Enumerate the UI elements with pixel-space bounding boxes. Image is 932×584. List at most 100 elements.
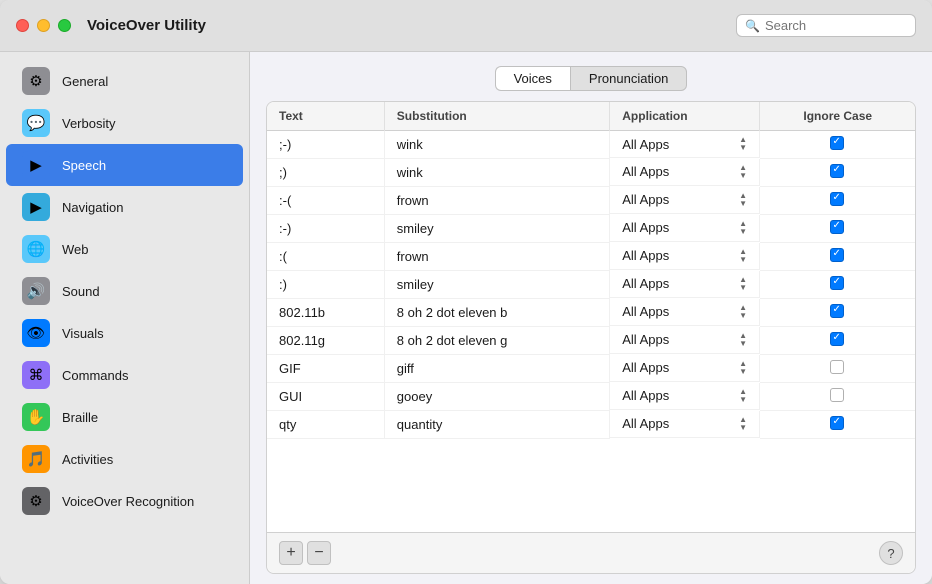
sidebar-item-speech[interactable]: ▶Speech [6, 144, 243, 186]
application-stepper[interactable]: ▲▼ [739, 416, 747, 432]
cell-ignore-case[interactable] [760, 159, 915, 187]
tab-pronunciation[interactable]: Pronunciation [570, 66, 688, 91]
sidebar-item-navigation[interactable]: ▶Navigation [6, 186, 243, 228]
application-stepper[interactable]: ▲▼ [739, 388, 747, 404]
ignore-case-checkbox[interactable] [830, 360, 844, 374]
application-stepper[interactable]: ▲▼ [739, 304, 747, 320]
search-box[interactable]: 🔍 [736, 14, 916, 37]
cell-application[interactable]: All Apps▲▼ [610, 327, 760, 354]
table-row[interactable]: ;-)winkAll Apps▲▼ [267, 131, 915, 159]
window-title: VoiceOver Utility [87, 17, 736, 34]
ignore-case-checkbox[interactable] [830, 164, 844, 178]
cell-text: :( [267, 243, 384, 271]
sidebar-item-visuals[interactable]: 👁Visuals [6, 312, 243, 354]
sidebar-item-commands[interactable]: ⌘Commands [6, 354, 243, 396]
ignore-case-checkbox[interactable] [830, 276, 844, 290]
application-stepper[interactable]: ▲▼ [739, 276, 747, 292]
sidebar-item-general[interactable]: ⚙General [6, 60, 243, 102]
verbosity-icon: 💬 [22, 109, 50, 137]
search-input[interactable] [765, 18, 907, 33]
sidebar-item-braille[interactable]: ✋Braille [6, 396, 243, 438]
cell-ignore-case[interactable] [760, 327, 915, 355]
braille-icon: ✋ [22, 403, 50, 431]
cell-application[interactable]: All Apps▲▼ [610, 187, 760, 214]
cell-substitution: smiley [384, 215, 609, 243]
titlebar: VoiceOver Utility 🔍 [0, 0, 932, 52]
cell-application[interactable]: All Apps▲▼ [610, 159, 760, 186]
table-row[interactable]: :-)smileyAll Apps▲▼ [267, 215, 915, 243]
table-row[interactable]: GIFgiffAll Apps▲▼ [267, 355, 915, 383]
application-stepper[interactable]: ▲▼ [739, 192, 747, 208]
sidebar-item-voiceover[interactable]: ⚙VoiceOver Recognition [6, 480, 243, 522]
table-row[interactable]: :-( frownAll Apps▲▼ [267, 187, 915, 215]
cell-ignore-case[interactable] [760, 271, 915, 299]
add-button[interactable]: + [279, 541, 303, 565]
table-row[interactable]: :)smileyAll Apps▲▼ [267, 271, 915, 299]
cell-application[interactable]: All Apps▲▼ [610, 215, 760, 242]
sidebar-item-label-verbosity: Verbosity [62, 116, 115, 131]
cell-ignore-case[interactable] [760, 411, 915, 439]
cell-substitution: frown [384, 243, 609, 271]
table-row[interactable]: 802.11g8 oh 2 dot eleven gAll Apps▲▼ [267, 327, 915, 355]
sidebar-item-activities[interactable]: 🎵 Activities [6, 438, 243, 480]
table-row[interactable]: qtyquantityAll Apps▲▼ [267, 411, 915, 439]
cell-substitution: wink [384, 159, 609, 187]
cell-substitution: wink [384, 131, 609, 159]
application-stepper[interactable]: ▲▼ [739, 248, 747, 264]
sidebar-item-label-web: Web [62, 242, 89, 257]
cell-application[interactable]: All Apps▲▼ [610, 383, 760, 410]
ignore-case-checkbox[interactable] [830, 220, 844, 234]
sidebar-item-sound[interactable]: 🔊Sound [6, 270, 243, 312]
ignore-case-checkbox[interactable] [830, 248, 844, 262]
cell-text: :-) [267, 215, 384, 243]
application-stepper[interactable]: ▲▼ [739, 136, 747, 152]
table-row[interactable]: 802.11b8 oh 2 dot eleven bAll Apps▲▼ [267, 299, 915, 327]
minimize-button[interactable] [37, 19, 50, 32]
cell-application[interactable]: All Apps▲▼ [610, 355, 760, 382]
sidebar-item-verbosity[interactable]: 💬 Verbosity [6, 102, 243, 144]
activities-icon: 🎵 [22, 445, 50, 473]
ignore-case-checkbox[interactable] [830, 136, 844, 150]
maximize-button[interactable] [58, 19, 71, 32]
sidebar-item-label-activities: Activities [62, 452, 113, 467]
ignore-case-checkbox[interactable] [830, 192, 844, 206]
cell-substitution: frown [384, 187, 609, 215]
ignore-case-checkbox[interactable] [830, 304, 844, 318]
cell-text: :) [267, 271, 384, 299]
col-header-text: Text [267, 102, 384, 131]
pronunciation-table-container: Text Substitution Application Ignore Cas… [266, 101, 916, 574]
cell-ignore-case[interactable] [760, 355, 915, 383]
sidebar-item-web[interactable]: 🌐 Web [6, 228, 243, 270]
ignore-case-checkbox[interactable] [830, 332, 844, 346]
cell-ignore-case[interactable] [760, 215, 915, 243]
application-stepper[interactable]: ▲▼ [739, 220, 747, 236]
close-button[interactable] [16, 19, 29, 32]
col-header-ignore-case: Ignore Case [760, 102, 915, 131]
cell-ignore-case[interactable] [760, 187, 915, 215]
tab-voices[interactable]: Voices [495, 66, 570, 91]
cell-application[interactable]: All Apps▲▼ [610, 243, 760, 270]
table-row[interactable]: GUIgooeyAll Apps▲▼ [267, 383, 915, 411]
cell-text: ;) [267, 159, 384, 187]
cell-ignore-case[interactable] [760, 243, 915, 271]
table-row[interactable]: ;)winkAll Apps▲▼ [267, 159, 915, 187]
ignore-case-checkbox[interactable] [830, 416, 844, 430]
cell-ignore-case[interactable] [760, 131, 915, 159]
cell-substitution: 8 oh 2 dot eleven b [384, 299, 609, 327]
cell-ignore-case[interactable] [760, 299, 915, 327]
help-button[interactable]: ? [879, 541, 903, 565]
cell-application[interactable]: All Apps▲▼ [610, 131, 760, 158]
application-stepper[interactable]: ▲▼ [739, 360, 747, 376]
cell-application[interactable]: All Apps▲▼ [610, 299, 760, 326]
web-icon: 🌐 [22, 235, 50, 263]
application-stepper[interactable]: ▲▼ [739, 164, 747, 180]
remove-button[interactable]: − [307, 541, 331, 565]
application-stepper[interactable]: ▲▼ [739, 332, 747, 348]
cell-ignore-case[interactable] [760, 383, 915, 411]
table-row[interactable]: :( frownAll Apps▲▼ [267, 243, 915, 271]
col-header-application: Application [610, 102, 760, 131]
ignore-case-checkbox[interactable] [830, 388, 844, 402]
cell-application[interactable]: All Apps▲▼ [610, 411, 760, 438]
cell-application[interactable]: All Apps▲▼ [610, 271, 760, 298]
table-scroll[interactable]: Text Substitution Application Ignore Cas… [267, 102, 915, 532]
